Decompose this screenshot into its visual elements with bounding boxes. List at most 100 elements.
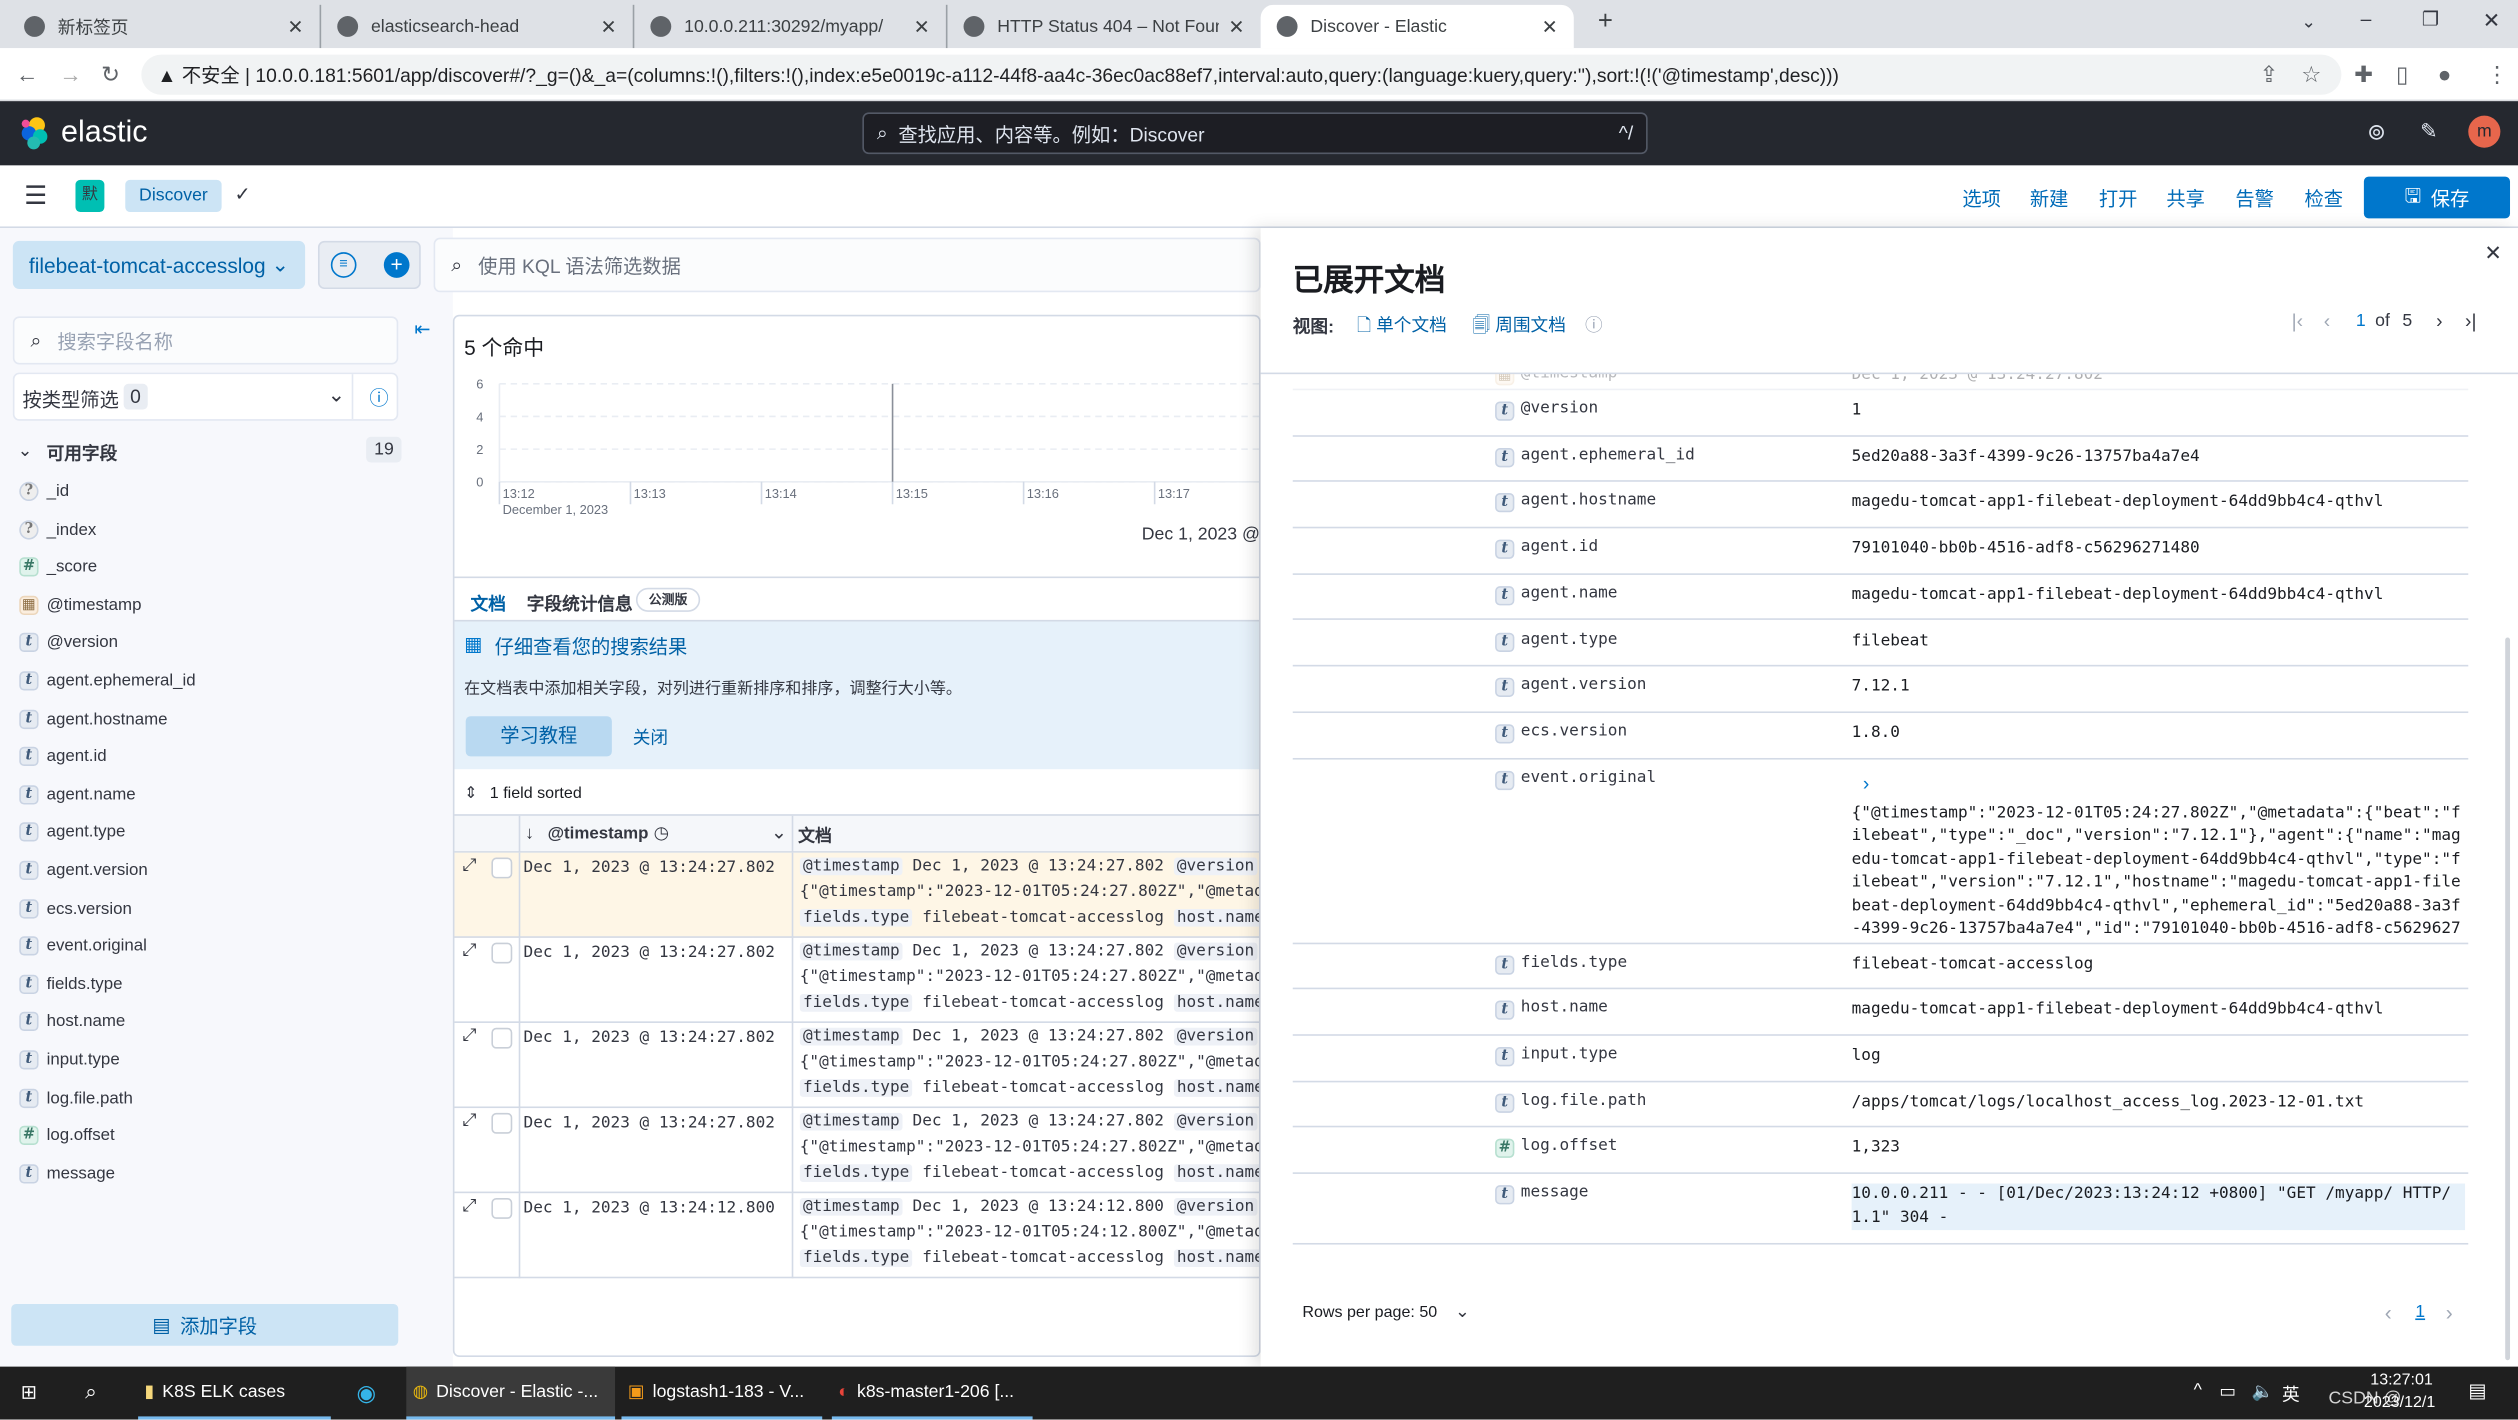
filter-icon[interactable]: ≡ <box>330 252 357 278</box>
sidebar-field-item[interactable]: ? _id <box>19 475 69 507</box>
table-row[interactable]: ⤢ Dec 1, 2023 @ 13:24:12.800 @timestamp De… <box>454 1193 1260 1279</box>
page-1-button[interactable]: 1 <box>2415 1302 2425 1321</box>
sidebar-field-item[interactable]: ▦ @timestamp <box>19 589 141 621</box>
tutorial-button[interactable]: 学习教程 <box>465 716 612 757</box>
close-tab-icon[interactable]: ✕ <box>914 15 930 37</box>
elastic-logo[interactable]: elastic <box>19 116 148 151</box>
document-field-row[interactable]: t host.name magedu-tomcat-app1-filebeat-de… <box>1292 990 2469 1036</box>
field-search-input[interactable]: ⌕ 搜索字段名称 <box>12 316 399 365</box>
browser-tab[interactable]: 新标签页 ✕ <box>8 4 322 49</box>
browser-tab[interactable]: Discover - Elastic ✕ <box>1260 4 1574 49</box>
taskbar-item-folder[interactable]: ▮ K8S ELK cases <box>138 1367 331 1420</box>
sidebar-field-item[interactable]: t @version <box>19 627 118 659</box>
minimize-button[interactable]: – <box>2361 8 2372 30</box>
sidebar-field-item[interactable]: t agent.hostname <box>19 703 168 735</box>
sidebar-field-item[interactable]: t fields.type <box>19 968 123 1000</box>
document-field-row[interactable]: t agent.version 7.12.1 <box>1292 667 2469 713</box>
sidebar-field-item[interactable]: t agent.type <box>19 816 125 848</box>
browser-tab[interactable]: elasticsearch-head ✕ <box>321 4 635 49</box>
histogram-chart[interactable]: 0 2 4 6 13:12 13:13 13:14 13:15 13:16 13:17 Decemb… <box>454 365 1260 566</box>
breadcrumb-discover[interactable]: Discover <box>125 179 222 212</box>
document-field-row[interactable]: t @version 1 <box>1292 390 2469 437</box>
profile-icon[interactable]: ● <box>2438 61 2452 87</box>
sidebar-field-item[interactable]: t agent.id <box>19 741 107 773</box>
first-page-icon[interactable]: |‹ <box>2292 310 2303 332</box>
add-field-button[interactable]: ▤ 添加字段 <box>11 1303 399 1346</box>
document-field-row[interactable]: t fields.type filebeat-tomcat-accesslog <box>1292 944 2469 990</box>
document-field-row[interactable]: t agent.hostname magedu-tomcat-app1-filebe… <box>1292 482 2469 529</box>
sidebar-field-item[interactable]: t event.original <box>19 930 147 962</box>
clock-date[interactable]: 2023/12/1 <box>2364 1394 2435 1412</box>
previous-page-icon[interactable]: ‹ <box>2385 1301 2392 1325</box>
table-row[interactable]: ⤢ Dec 1, 2023 @ 13:24:27.802 @timestamp De… <box>454 937 1260 1023</box>
chevron-down-icon[interactable]: ⌄ <box>1455 1301 1470 1321</box>
table-row[interactable]: ⤢ Dec 1, 2023 @ 13:24:27.802 @timestamp De… <box>454 1022 1260 1109</box>
toolbar-link[interactable]: 新建 <box>2030 185 2069 212</box>
surrounding-documents-link[interactable]: 🗐 周围文档 <box>1473 312 1566 343</box>
url-field[interactable]: ▲ 不安全 | 10.0.0.181:5601/app/discover#/?_… <box>141 54 2342 95</box>
help-icon[interactable]: ⓘ <box>1585 312 1603 338</box>
add-icon[interactable]: + <box>383 252 410 278</box>
network-icon[interactable]: ▭ <box>2219 1381 2236 1402</box>
kql-query-input[interactable]: ⌕ 使用 KQL 语法筛选数据 <box>433 237 1261 293</box>
sidebar-field-item[interactable]: # log.offset <box>19 1120 115 1152</box>
search-icon[interactable]: ⌕ <box>85 1379 97 1405</box>
index-pattern-selector[interactable]: filebeat-tomcat-accesslog ⌄ <box>12 240 306 290</box>
single-document-link[interactable]: 🗋 单个文档 <box>1357 312 1447 343</box>
document-field-row[interactable]: t input.type log <box>1292 1036 2469 1082</box>
taskbar-item-terminal[interactable]: ◐ k8s-master1-206 [... <box>831 1367 1033 1420</box>
start-icon[interactable]: ⊞ <box>21 1381 37 1403</box>
sidebar-field-item[interactable]: ? _index <box>19 513 96 545</box>
next-page-icon[interactable]: › <box>2436 310 2442 332</box>
column-menu-chevron-icon[interactable]: ⌄ <box>771 821 787 843</box>
edge-icon[interactable]: ◉ <box>357 1379 377 1406</box>
document-field-row[interactable]: t agent.type filebeat <box>1292 621 2469 667</box>
browser-tab[interactable]: 10.0.0.211:30292/myapp/ ✕ <box>634 4 948 49</box>
reload-icon[interactable]: ↻ <box>101 61 120 88</box>
sort-indicator[interactable]: 1 field sorted <box>490 785 582 803</box>
expand-row-icon[interactable]: ⤢ <box>462 1111 476 1132</box>
restore-button[interactable]: ❐ <box>2422 8 2439 30</box>
user-avatar[interactable]: m <box>2468 115 2501 148</box>
last-page-icon[interactable]: ›| <box>2465 310 2476 332</box>
close-tab-icon[interactable]: ✕ <box>287 15 303 37</box>
sidebar-field-item[interactable]: t input.type <box>19 1044 120 1076</box>
sidebar-field-item[interactable]: t ecs.version <box>19 892 132 924</box>
toolbar-link[interactable]: 检查 <box>2304 185 2343 212</box>
document-field-row[interactable]: t agent.id 79101040-bb0b-4516-adf8-c562962… <box>1292 528 2469 575</box>
close-tab-icon[interactable]: ✕ <box>1228 15 1244 37</box>
extensions-icon[interactable]: ✚ <box>2354 61 2373 88</box>
close-tab-icon[interactable]: ✕ <box>1542 15 1558 37</box>
row-checkbox[interactable] <box>491 1027 513 1049</box>
news-icon[interactable]: ✎ <box>2420 119 2438 145</box>
sidepanel-icon[interactable]: ▯ <box>2396 61 2408 88</box>
collapse-sidebar-icon[interactable]: ⇤ <box>414 318 430 340</box>
flyout-scrollbar[interactable] <box>2505 637 2511 1361</box>
expand-row-icon[interactable]: ⤢ <box>462 856 476 877</box>
volume-icon[interactable]: 🔈 <box>2251 1381 2273 1402</box>
document-field-row[interactable]: # log.offset 1,323 <box>1292 1128 2469 1175</box>
document-field-row[interactable]: t log.file.path/apps/tomcat/logs/localhos… <box>1292 1082 2469 1128</box>
table-row[interactable]: ⤢ Dec 1, 2023 @ 13:24:27.802 @timestamp De… <box>454 852 1260 938</box>
expand-row-icon[interactable]: ⤢ <box>462 941 476 962</box>
next-page-icon[interactable]: › <box>2446 1301 2453 1325</box>
document-field-row[interactable]: t message 10.0.0.211 - - [01/Dec/2023:13:2… <box>1292 1174 2469 1245</box>
sidebar-field-item[interactable]: t agent.ephemeral_id <box>19 665 196 697</box>
new-tab-button[interactable]: + <box>1598 8 1613 37</box>
sidebar-field-item[interactable]: t message <box>19 1158 115 1190</box>
row-checkbox[interactable] <box>491 1198 513 1219</box>
document-field-row[interactable]: t agent.ephemeral_id 5ed20a88-3a3f-4399-9c… <box>1292 436 2469 483</box>
chevron-down-icon[interactable]: ⌄ <box>18 440 33 461</box>
toolbar-link[interactable]: 选项 <box>1962 185 2001 212</box>
notification-icon[interactable]: ▤ <box>2468 1379 2486 1401</box>
hamburger-menu-icon[interactable]: ☰ <box>24 180 47 212</box>
sidebar-field-item[interactable]: t agent.name <box>19 779 136 811</box>
tab-search-chevron-icon[interactable]: ⌄ <box>2301 11 2316 32</box>
document-field-row[interactable]: t agent.name magedu-tomcat-app1-filebeat-d… <box>1292 575 2469 621</box>
clock-time[interactable]: 13:27:01 <box>2370 1371 2433 1389</box>
row-checkbox[interactable] <box>491 942 513 964</box>
dismiss-button[interactable]: 关闭 <box>633 724 668 750</box>
share-icon[interactable]: ⇪ <box>2260 61 2279 88</box>
toolbar-link[interactable]: 打开 <box>2099 185 2138 212</box>
expand-row-icon[interactable]: ⤢ <box>462 1196 476 1217</box>
